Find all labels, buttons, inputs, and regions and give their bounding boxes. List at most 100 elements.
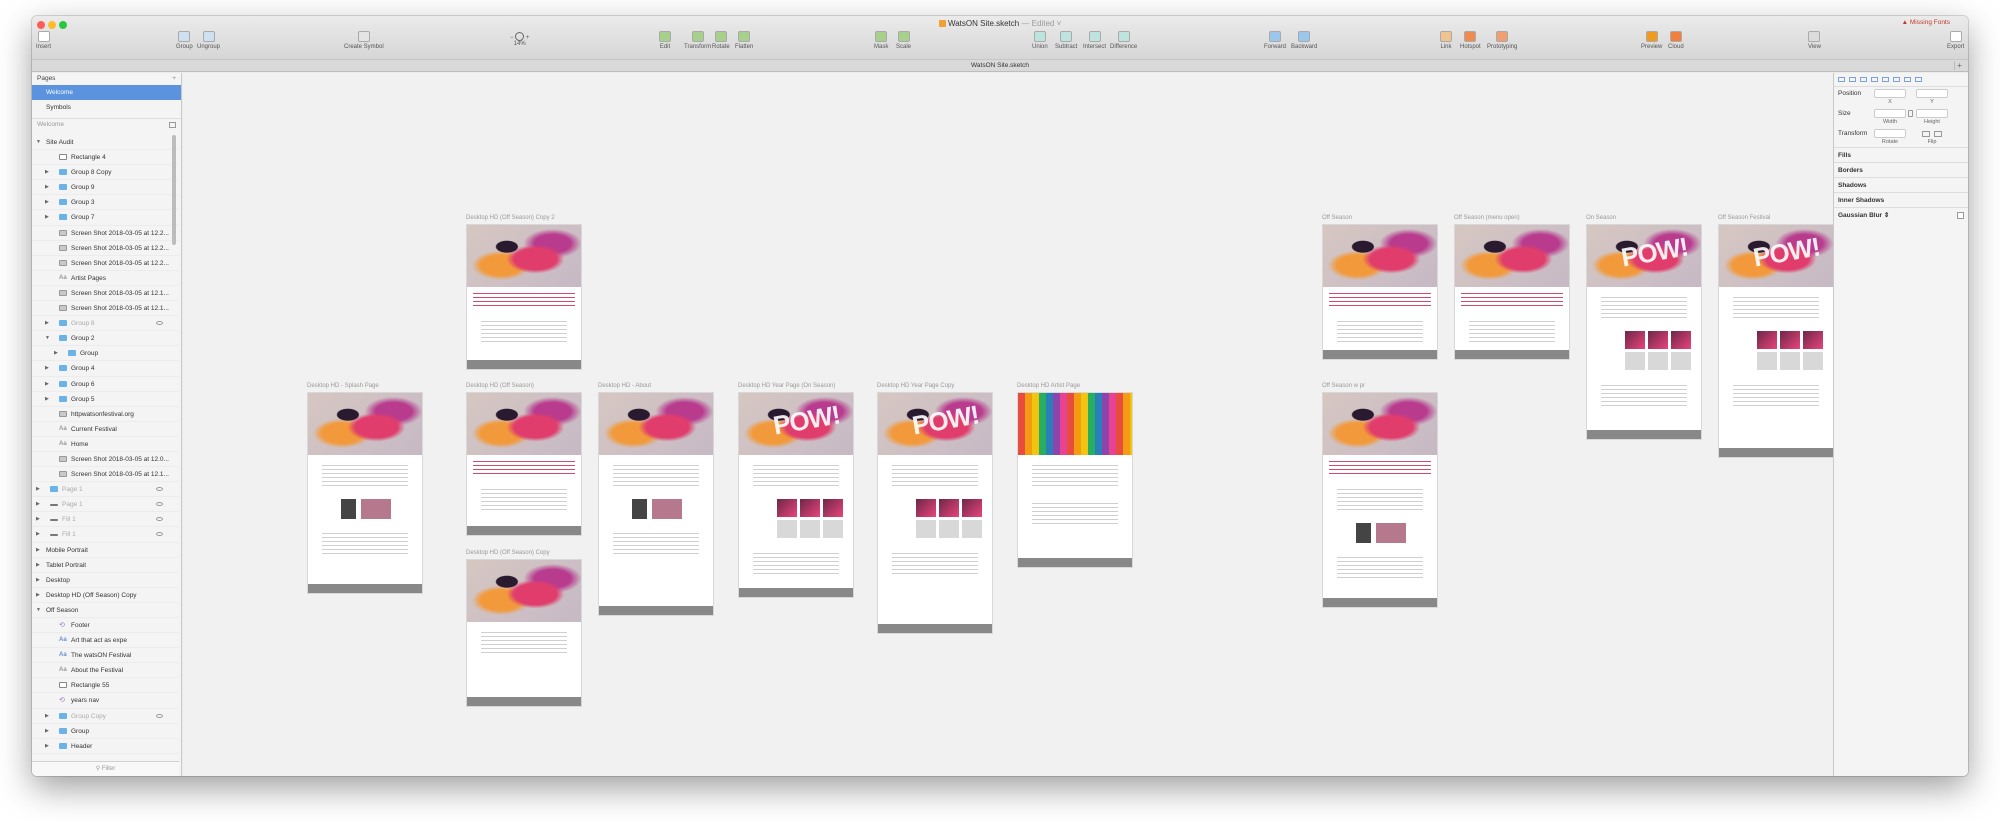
disclosure-arrow-icon[interactable]: ▶ <box>45 316 49 331</box>
disclosure-arrow-icon[interactable]: ▶ <box>45 377 49 392</box>
artboard[interactable]: Desktop HD (Off Season) Copy <box>466 550 582 707</box>
layer-row[interactable]: ⟲ years nav <box>32 693 179 709</box>
flip-horizontal-icon[interactable] <box>1922 131 1930 137</box>
artboard-name[interactable]: Desktop HD (Off Season) Copy 2 <box>466 215 555 221</box>
layer-row[interactable]: Aa The watsON Festival <box>32 648 179 664</box>
page-item-welcome[interactable]: Welcome <box>32 85 181 100</box>
zoom-control[interactable]: − + 14% <box>510 32 529 47</box>
transform-button[interactable]: Transform <box>684 31 711 50</box>
mask-button[interactable]: Mask <box>874 31 888 50</box>
page-item-symbols[interactable]: Symbols <box>32 100 181 115</box>
artboard[interactable]: Off Season Festival <box>1718 215 1833 458</box>
lock-ratio-icon[interactable] <box>1908 110 1913 117</box>
layer-row[interactable]: ▶ Group 5 <box>32 392 179 407</box>
preview-button[interactable]: Preview <box>1641 31 1662 50</box>
disclosure-arrow-icon[interactable]: ▶ <box>45 165 49 180</box>
artboard-name[interactable]: Desktop HD - Splash Page <box>307 383 379 389</box>
height-field[interactable] <box>1916 109 1948 118</box>
disclosure-arrow-icon[interactable]: ▶ <box>36 543 40 558</box>
disclosure-arrow-icon[interactable]: ▶ <box>36 527 40 542</box>
forward-button[interactable]: Forward <box>1264 31 1286 50</box>
artboard[interactable]: Desktop HD - About <box>598 383 714 616</box>
backward-button[interactable]: Backward <box>1291 31 1317 50</box>
artboard[interactable]: On Season <box>1586 215 1702 440</box>
layer-row[interactable]: Aa About the Festival <box>32 663 179 679</box>
artboard[interactable]: Desktop HD - Splash Page <box>307 383 423 594</box>
inspector-section-gaussian[interactable]: Gaussian Blur ⇕ <box>1834 207 1968 222</box>
ungroup-button[interactable]: Ungroup <box>197 31 220 50</box>
artboard-name[interactable]: On Season <box>1586 215 1616 221</box>
hotspot-button[interactable]: Hotspot <box>1460 31 1481 50</box>
artboard[interactable]: Desktop HD (Off Season) <box>466 383 582 536</box>
layer-row[interactable]: ▶ Group 8 <box>32 316 179 332</box>
artboard-name[interactable]: Desktop HD Artist Page <box>1017 383 1080 389</box>
link-button[interactable]: Link <box>1440 31 1452 50</box>
layer-row[interactable]: Screen Shot 2018-03-05 at 12.2... <box>32 226 179 241</box>
layer-row[interactable]: ▶ Fill 1 <box>32 527 179 543</box>
artboard[interactable]: Off Season w pr <box>1322 383 1438 608</box>
artboard-name[interactable]: Off Season (menu open) <box>1454 215 1520 221</box>
disclosure-arrow-icon[interactable]: ▶ <box>45 210 49 225</box>
flatten-button[interactable]: Flatten <box>735 31 753 50</box>
disclosure-arrow-icon[interactable]: ▶ <box>45 195 49 210</box>
layer-row[interactable]: ▶ Fill 1 <box>32 512 179 528</box>
prototyping-button[interactable]: Prototyping <box>1487 31 1517 50</box>
inspector-section-fills[interactable]: Fills <box>1834 147 1968 162</box>
layer-row[interactable]: ▶ Group 7 <box>32 210 179 226</box>
disclosure-arrow-icon[interactable]: ▼ <box>36 603 41 618</box>
rotate-button[interactable]: Rotate <box>712 31 730 50</box>
artboard[interactable]: Desktop HD Artist Page <box>1017 383 1133 568</box>
visibility-eye-icon[interactable] <box>156 321 163 326</box>
subtract-button[interactable]: Subtract <box>1055 31 1077 50</box>
layer-row[interactable]: Screen Shot 2018-03-05 at 12.1... <box>32 467 179 483</box>
align-middle-icon[interactable] <box>1893 77 1900 82</box>
scale-button[interactable]: Scale <box>896 31 911 50</box>
layer-row[interactable]: Aa Home <box>32 437 179 452</box>
disclosure-arrow-icon[interactable]: ▶ <box>45 361 49 376</box>
insert-button[interactable]: Insert <box>36 31 51 50</box>
visibility-eye-icon[interactable] <box>156 502 163 507</box>
x-field[interactable] <box>1874 89 1906 98</box>
disclosure-arrow-icon[interactable]: ▶ <box>36 588 40 603</box>
disclosure-arrow-icon[interactable]: ▶ <box>36 573 40 588</box>
visibility-eye-icon[interactable] <box>156 487 163 492</box>
layer-row[interactable]: ▶ Mobile Portrait <box>32 543 179 558</box>
visibility-eye-icon[interactable] <box>156 532 163 537</box>
layer-row[interactable]: Screen Shot 2018-03-05 at 12.1... <box>32 301 179 317</box>
disclosure-arrow-icon[interactable]: ▶ <box>36 482 40 497</box>
align-top-icon[interactable] <box>1882 77 1889 82</box>
disclosure-arrow-icon[interactable]: ▶ <box>45 739 49 754</box>
artboard-name[interactable]: Off Season w pr <box>1322 383 1365 389</box>
visibility-eye-icon[interactable] <box>156 517 163 522</box>
layer-row[interactable]: ▼ Group 2 <box>32 331 179 347</box>
layer-row[interactable]: Aa Current Festival <box>32 422 179 437</box>
layer-row[interactable]: ⟲ Footer <box>32 618 179 634</box>
layer-row[interactable]: ▶ Page 1 <box>32 482 179 498</box>
distribute-horizontal-icon[interactable] <box>1871 77 1878 82</box>
layer-row[interactable]: ▶ Group <box>32 346 179 362</box>
artboard[interactable]: Desktop HD (Off Season) Copy 2 <box>466 215 582 370</box>
artboard-name[interactable]: Desktop HD (Off Season) Copy <box>466 550 550 556</box>
visibility-eye-icon[interactable] <box>156 713 163 718</box>
inspector-section-borders[interactable]: Borders <box>1834 162 1968 177</box>
artboard-name[interactable]: Desktop HD Year Page Copy <box>877 383 954 389</box>
layer-row[interactable]: ▶ Page 1 <box>32 497 179 513</box>
disclosure-arrow-icon[interactable]: ▼ <box>45 331 50 346</box>
inspector-section-inner[interactable]: Inner Shadows <box>1834 192 1968 207</box>
missing-fonts-warning[interactable]: ▲ Missing Fonts <box>1902 19 1950 26</box>
intersect-button[interactable]: Intersect <box>1083 31 1106 50</box>
layer-row[interactable]: ▶ Group 4 <box>32 361 179 377</box>
layers-scrollbar[interactable] <box>172 135 176 245</box>
layer-row[interactable]: Aa Artist Pages <box>32 271 179 286</box>
layer-row[interactable]: Screen Shot 2018-03-05 at 12.0... <box>32 452 179 468</box>
disclosure-arrow-icon[interactable]: ▶ <box>36 512 40 527</box>
y-field[interactable] <box>1916 89 1948 98</box>
cloud-button[interactable]: Cloud <box>1668 31 1684 50</box>
artboard-name[interactable]: Off Season <box>1322 215 1352 221</box>
layer-row[interactable]: ▶ Group 9 <box>32 180 179 196</box>
layer-row[interactable]: ▶ Desktop HD (Off Season) Copy <box>32 588 179 603</box>
flip-vertical-icon[interactable] <box>1934 131 1942 137</box>
layer-row[interactable]: httpwatsonfestival.org <box>32 407 179 422</box>
layer-row[interactable]: Aa Art that act as expe <box>32 633 179 649</box>
new-tab-button[interactable]: + <box>1954 61 1964 70</box>
